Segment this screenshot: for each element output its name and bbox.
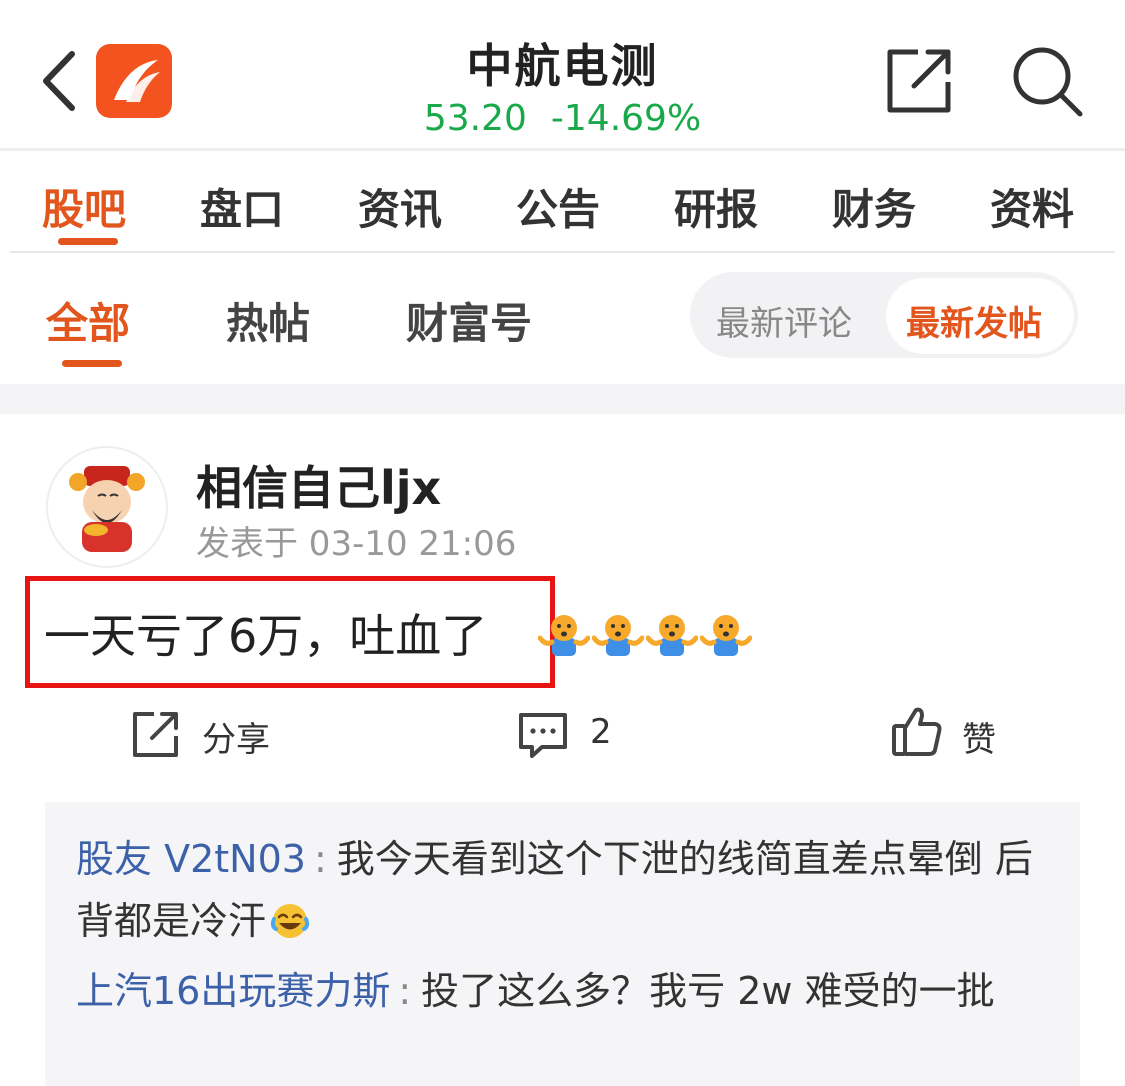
- share-label: 分享: [202, 720, 270, 760]
- stock-change: -14.69%: [550, 98, 702, 139]
- subtab-all[interactable]: 全部: [46, 290, 130, 351]
- avatar[interactable]: [46, 446, 168, 568]
- comment-button[interactable]: 2: [516, 706, 626, 762]
- comment-item[interactable]: 上汽16出玩赛力斯: 投了这么多？我亏 2w 难受的一批: [76, 960, 1036, 1022]
- tab-news[interactable]: 资讯: [358, 176, 442, 237]
- stock-name: 中航电测: [466, 39, 659, 93]
- search-icon[interactable]: [1010, 44, 1084, 118]
- tab-announcements[interactable]: 公告: [516, 176, 600, 237]
- like-label: 赞: [962, 720, 996, 760]
- tab-pankou[interactable]: 盘口: [200, 176, 284, 237]
- share-button[interactable]: 分享: [130, 706, 280, 762]
- comment-text: 投了这么多？我亏 2w 难受的一批: [421, 969, 995, 1013]
- tab-finance[interactable]: 财务: [832, 176, 916, 237]
- subtab-wealth[interactable]: 财富号: [406, 290, 532, 351]
- share-icon: [133, 712, 178, 757]
- post-timestamp: 发表于 03-10 21:06: [196, 524, 517, 564]
- comment-colon: :: [398, 969, 412, 1013]
- header-divider: [0, 148, 1125, 151]
- comment-colon: :: [313, 837, 327, 881]
- subtab-active-indicator: [62, 360, 122, 367]
- comment-user[interactable]: 股友 V2tN03: [76, 837, 306, 881]
- shrug-emoji-icon: [538, 615, 590, 656]
- sort-latest-post-option[interactable]: 最新发帖: [906, 296, 1042, 345]
- tab-active-indicator: [58, 238, 118, 245]
- like-button[interactable]: 赞: [890, 702, 1010, 762]
- sort-latest-comment-option[interactable]: 最新评论: [716, 296, 852, 345]
- tab-profile[interactable]: 资料: [990, 176, 1074, 237]
- tab-research[interactable]: 研报: [674, 176, 758, 237]
- tabs-divider: [10, 251, 1115, 253]
- comment-user[interactable]: 上汽16出玩赛力斯: [76, 969, 390, 1013]
- comment-count: 2: [590, 712, 612, 752]
- shrug-emoji-icon: [646, 615, 698, 656]
- thumbs-up-icon: [892, 707, 942, 756]
- stock-price: 53.20: [423, 98, 527, 139]
- laughing-crying-emoji-icon: [270, 904, 310, 938]
- share-external-icon[interactable]: [884, 44, 956, 116]
- post-author[interactable]: 相信自己ljx: [196, 452, 441, 518]
- shrug-emoji-icon: [592, 615, 644, 656]
- comment-item[interactable]: 股友 V2tN03: 我今天看到这个下泄的线简直差点晕倒 后背都是冷汗: [76, 828, 1036, 952]
- avatar-caishen-icon: [69, 466, 145, 552]
- section-separator: [0, 384, 1125, 414]
- post-text[interactable]: 一天亏了6万，吐血了: [44, 600, 487, 666]
- subtab-hot[interactable]: 热帖: [226, 290, 310, 351]
- shrug-emoji-icon: [700, 615, 752, 656]
- comment-icon: [519, 713, 567, 758]
- tab-guba[interactable]: 股吧: [42, 176, 126, 237]
- stock-quote: 53.20 -14.69%: [0, 98, 1125, 139]
